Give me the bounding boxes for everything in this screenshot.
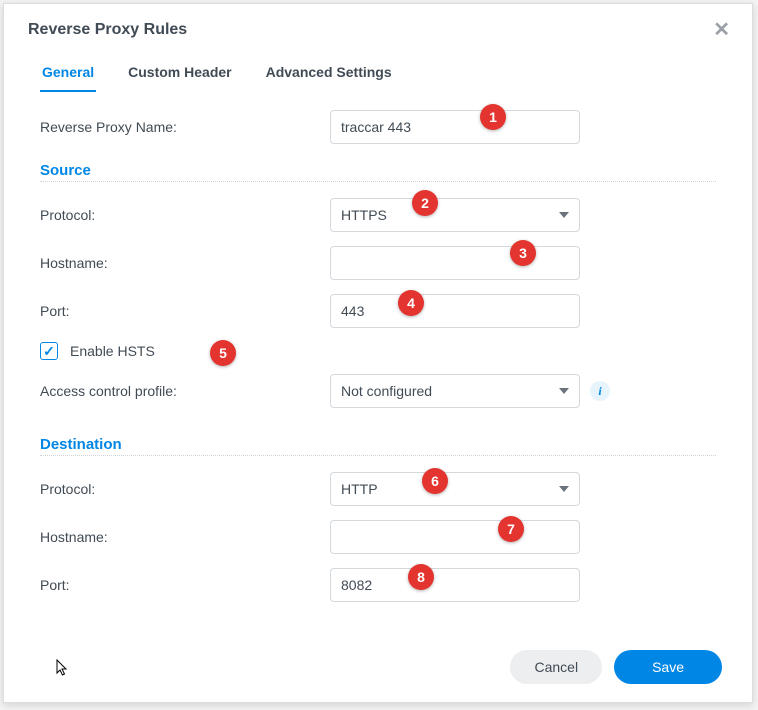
source-protocol-label: Protocol: [40,207,330,223]
dest-port-input[interactable] [330,568,580,602]
row-source-hostname: Hostname: 3 [40,246,716,280]
annotation-badge-4: 4 [398,290,424,316]
dialog-content: Reverse Proxy Name: 1 Source Protocol: H… [4,92,752,636]
annotation-badge-7: 7 [498,516,524,542]
source-hostname-label: Hostname: [40,255,330,271]
reverse-proxy-dialog: Reverse Proxy Rules ✕ General Custom Hea… [3,3,753,703]
acp-label: Access control profile: [40,383,330,399]
info-icon[interactable]: i [590,381,610,401]
close-icon[interactable]: ✕ [713,20,730,40]
enable-hsts-checkbox[interactable]: ✓ [40,342,58,360]
dialog-footer: Cancel Save [4,636,752,702]
annotation-badge-3: 3 [510,240,536,266]
annotation-badge-1: 1 [480,104,506,130]
source-protocol-select[interactable]: HTTPS [330,198,580,232]
section-destination-title: Destination [40,436,716,453]
tab-bar: General Custom Header Advanced Settings [4,54,752,92]
section-source-divider [40,181,716,182]
source-protocol-value: HTTPS [341,207,387,223]
dest-protocol-select[interactable]: HTTP [330,472,580,506]
row-dest-protocol: Protocol: HTTP 6 [40,472,716,506]
row-source-port: Port: 4 [40,294,716,328]
dialog-title: Reverse Proxy Rules [28,21,187,39]
source-port-input[interactable] [330,294,580,328]
dest-protocol-label: Protocol: [40,481,330,497]
tab-general[interactable]: General [40,54,96,92]
dest-protocol-value: HTTP [341,481,378,497]
annotation-badge-8: 8 [408,564,434,590]
row-enable-hsts: ✓ Enable HSTS 5 [40,342,716,360]
dest-hostname-input[interactable] [330,520,580,554]
chevron-down-icon [559,388,569,394]
enable-hsts-label: Enable HSTS [70,343,155,359]
cancel-button[interactable]: Cancel [510,650,602,684]
row-source-protocol: Protocol: HTTPS 2 [40,198,716,232]
checkmark-icon: ✓ [43,344,55,358]
source-hostname-input[interactable] [330,246,580,280]
row-proxy-name: Reverse Proxy Name: 1 [40,110,716,144]
chevron-down-icon [559,212,569,218]
row-dest-port: Port: 8 [40,568,716,602]
cursor-icon [56,659,70,682]
section-source-title: Source [40,162,716,179]
dest-port-label: Port: [40,577,330,593]
acp-select[interactable]: Not configured [330,374,580,408]
dest-hostname-label: Hostname: [40,529,330,545]
acp-value: Not configured [341,383,432,399]
tab-advanced-settings[interactable]: Advanced Settings [264,54,394,92]
chevron-down-icon [559,486,569,492]
annotation-badge-5: 5 [210,340,236,366]
save-button[interactable]: Save [614,650,722,684]
dialog-header: Reverse Proxy Rules ✕ [4,4,752,54]
proxy-name-input[interactable] [330,110,580,144]
row-access-control-profile: Access control profile: Not configured i [40,374,716,408]
tab-custom-header[interactable]: Custom Header [126,54,233,92]
annotation-badge-6: 6 [422,468,448,494]
row-dest-hostname: Hostname: 7 [40,520,716,554]
source-port-label: Port: [40,303,330,319]
section-destination-divider [40,455,716,456]
proxy-name-label: Reverse Proxy Name: [40,119,330,135]
annotation-badge-2: 2 [412,190,438,216]
